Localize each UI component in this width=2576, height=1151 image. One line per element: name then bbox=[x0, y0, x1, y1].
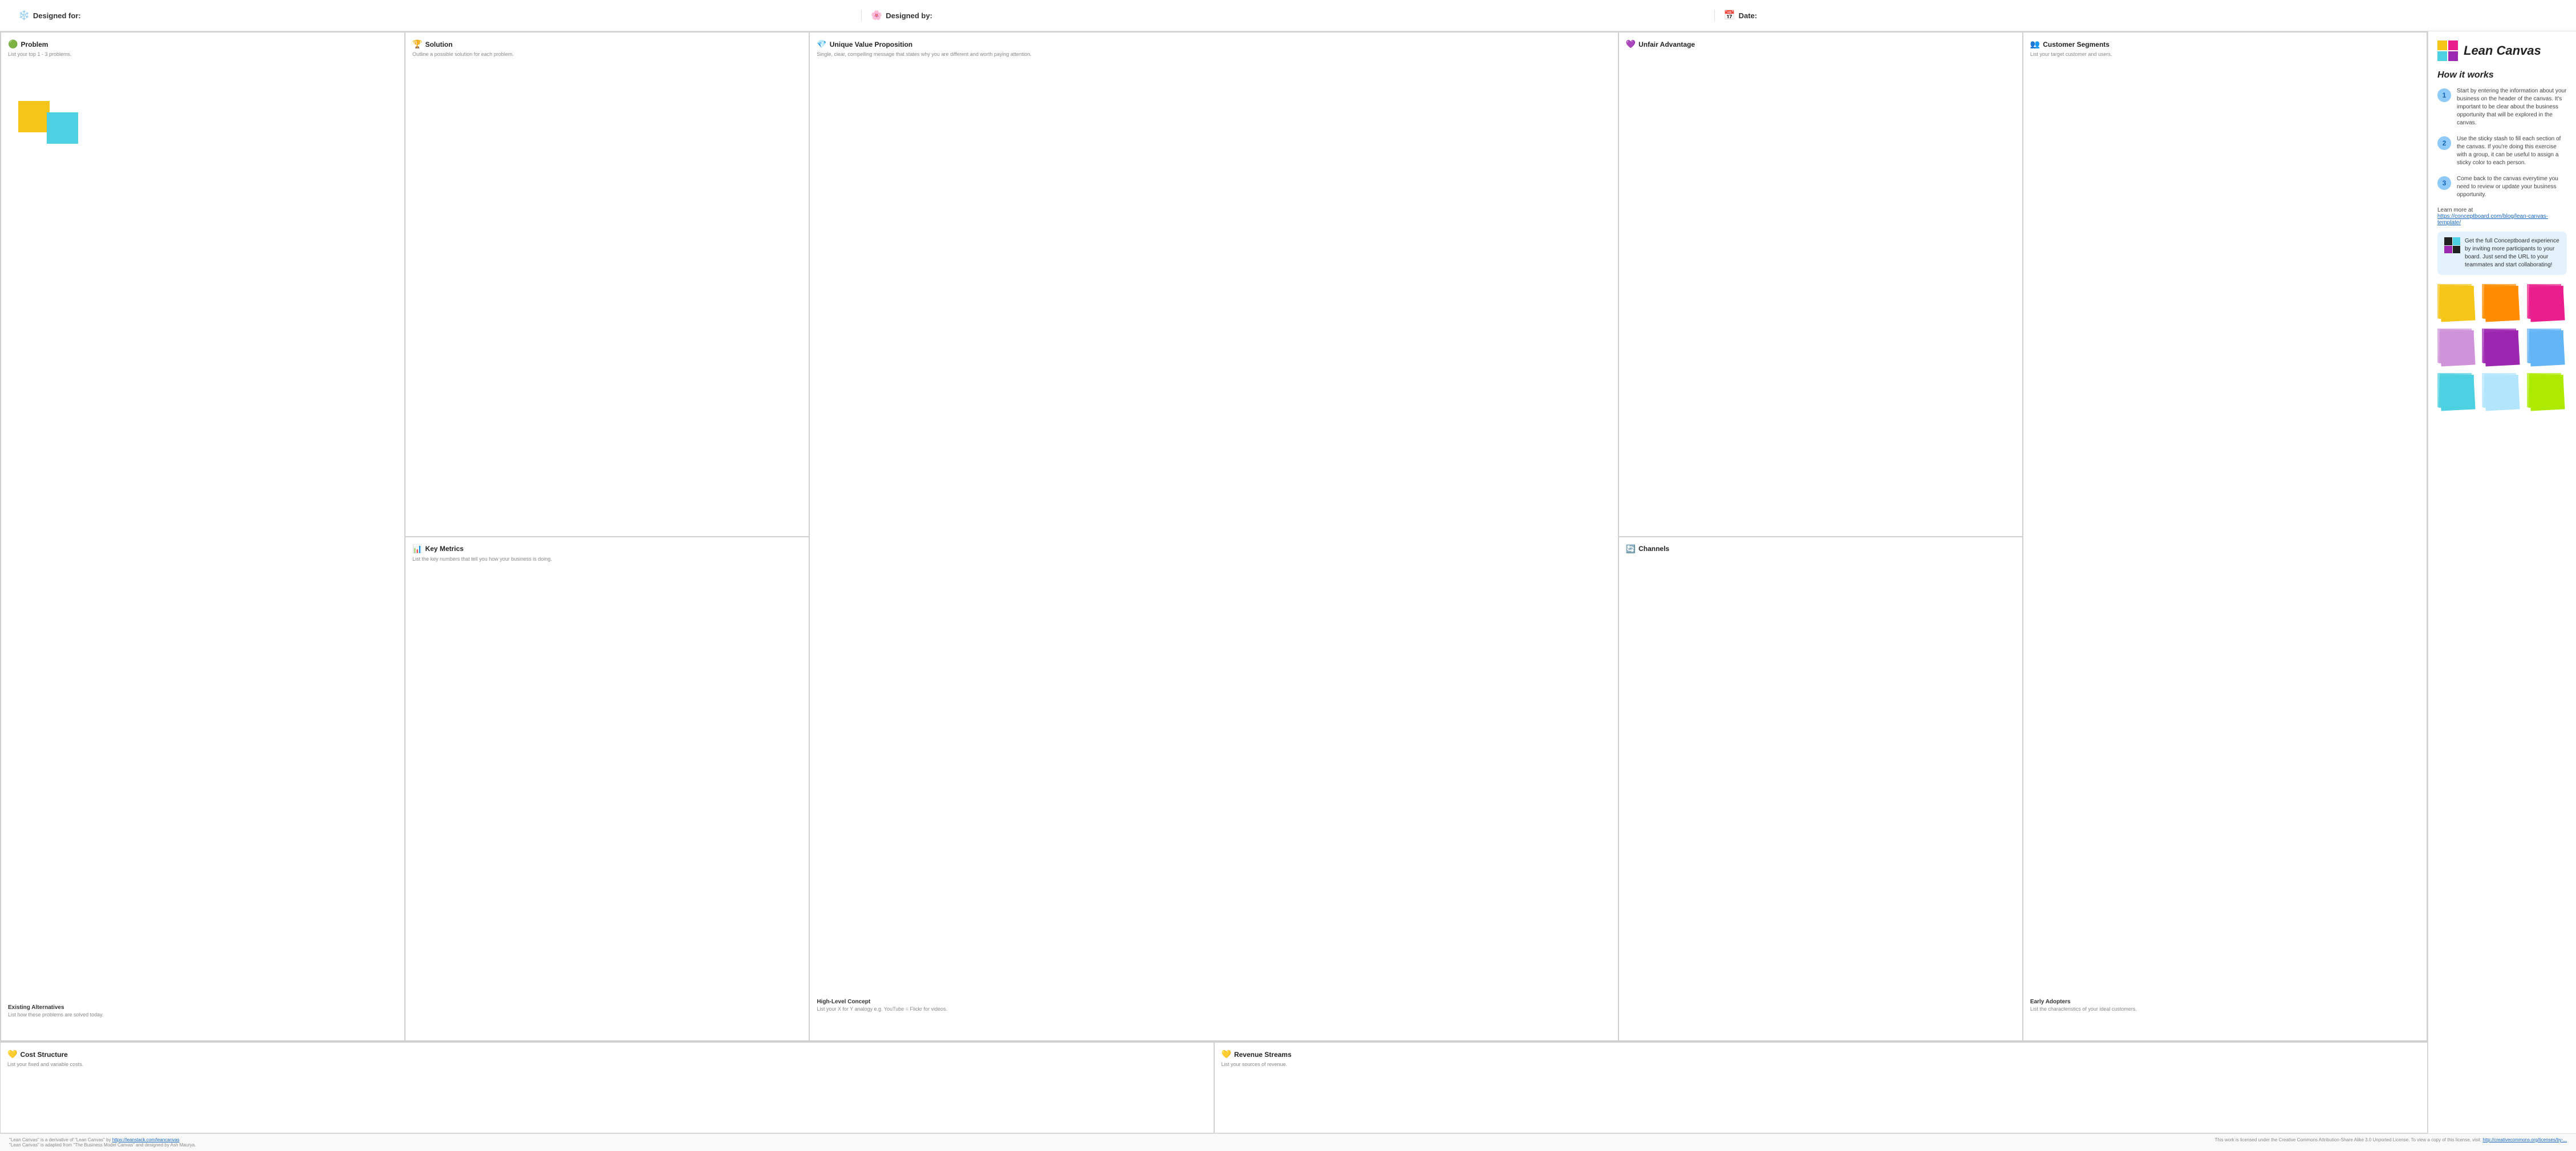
customer-segments-icon: 👥 bbox=[2030, 39, 2040, 49]
sticky-stack-orange[interactable] bbox=[2482, 284, 2522, 324]
cost-structure-title: 💛 Cost Structure bbox=[7, 1049, 1207, 1059]
learn-more: Learn more at https://conceptboard.com/b… bbox=[2437, 207, 2567, 226]
sidebar-main-title: Lean Canvas bbox=[2464, 43, 2541, 58]
footer-left-link[interactable]: https://leanstack.com/leancanvas bbox=[112, 1137, 180, 1142]
uvp-cell: 💎 Unique Value Proposition Single, clear… bbox=[809, 32, 1618, 1041]
sticky-stack-ltblue[interactable] bbox=[2482, 373, 2522, 413]
sticky-stack-lilac[interactable] bbox=[2437, 329, 2477, 368]
logo-q4 bbox=[2448, 51, 2458, 61]
existing-alternatives-label: Existing Alternatives bbox=[8, 1004, 103, 1011]
sidebar-title-row: Lean Canvas bbox=[2437, 40, 2567, 61]
sticky-stash bbox=[2437, 284, 2567, 413]
footer-right-link[interactable]: http://creativecommons.org/licenses/by-.… bbox=[2482, 1137, 2567, 1142]
early-adopters-label: Early Adopters bbox=[2030, 999, 2137, 1005]
sticky-stack-yellow[interactable] bbox=[2437, 284, 2477, 324]
cost-structure-cell: 💛 Cost Structure List your fixed and var… bbox=[0, 1042, 1214, 1133]
date-icon: 📅 bbox=[1724, 10, 1735, 21]
sticky-stack-blue[interactable] bbox=[2527, 329, 2567, 368]
solution-cell: 🏆 Solution Outline a possible solution f… bbox=[405, 32, 809, 537]
solution-title: 🏆 Solution bbox=[412, 39, 802, 49]
header: ❄️ Designed for: 🌸 Designed by: 📅 Date: bbox=[0, 0, 2576, 31]
revenue-streams-icon: 💛 bbox=[1222, 1049, 1231, 1059]
step-3-number: 3 bbox=[2437, 176, 2451, 190]
unfair-advantage-icon: 💜 bbox=[1626, 39, 1636, 49]
key-metrics-cell: 📊 Key Metrics List the key numbers that … bbox=[405, 537, 809, 1041]
how-it-works-title: How it works bbox=[2437, 70, 2567, 80]
uvp-title: 💎 Unique Value Proposition bbox=[817, 39, 1610, 49]
channels-title: 🔄 Channels bbox=[1626, 544, 2015, 554]
designed-for-label: Designed for: bbox=[33, 11, 81, 20]
promo-text: Get the full Conceptboard experience by … bbox=[2465, 237, 2560, 269]
high-level-concept-label: High-Level Concept bbox=[817, 999, 947, 1005]
problem-cell: 🟢 Problem List your top 1 - 3 problems. … bbox=[1, 32, 405, 1041]
step-3-text: Come back to the canvas everytime you ne… bbox=[2457, 175, 2567, 199]
date-section: 📅 Date: bbox=[1715, 10, 2567, 21]
solution-icon: 🏆 bbox=[412, 39, 422, 49]
footer-right: This work is licensed under the Creative… bbox=[2215, 1137, 2567, 1148]
sticky-note-cyan[interactable] bbox=[47, 112, 78, 144]
logo-q1 bbox=[2437, 40, 2447, 50]
key-metrics-title: 📊 Key Metrics bbox=[412, 544, 802, 554]
promo-box: Get the full Conceptboard experience by … bbox=[2437, 232, 2567, 275]
designed-by-icon: 🌸 bbox=[871, 10, 882, 21]
step-1-number: 1 bbox=[2437, 88, 2451, 102]
revenue-streams-title: 💛 Revenue Streams bbox=[1222, 1049, 2421, 1059]
main-layout: 🟢 Problem List your top 1 - 3 problems. … bbox=[0, 31, 2576, 1133]
customer-segments-title: 👥 Customer Segments bbox=[2030, 39, 2420, 49]
revenue-streams-subtitle: List your sources of revenue. bbox=[1222, 1061, 2421, 1068]
customer-segments-subtitle: List your target customer and users. bbox=[2030, 51, 2420, 58]
learn-more-link[interactable]: https://conceptboard.com/blog/lean-canva… bbox=[2437, 213, 2548, 226]
cost-structure-subtitle: List your fixed and variable costs. bbox=[7, 1061, 1207, 1068]
high-level-concept-subtitle: List your X for Y analogy e.g. YouTube =… bbox=[817, 1006, 947, 1012]
designed-by-section: 🌸 Designed by: bbox=[862, 10, 1714, 21]
step-2-number: 2 bbox=[2437, 136, 2451, 150]
logo-q3 bbox=[2437, 51, 2447, 61]
problem-subtitle: List your top 1 - 3 problems. bbox=[8, 51, 397, 58]
step-1: 1 Start by entering the information abou… bbox=[2437, 87, 2567, 127]
customer-segments-cell: 👥 Customer Segments List your target cus… bbox=[2023, 32, 2427, 1041]
solution-subtitle: Outline a possible solution for each pro… bbox=[412, 51, 802, 58]
step-2: 2 Use the sticky stash to fill each sect… bbox=[2437, 135, 2567, 167]
key-metrics-subtitle: List the key numbers that tell you how y… bbox=[412, 556, 802, 563]
sticky-stack-cyan[interactable] bbox=[2437, 373, 2477, 413]
problem-icon: 🟢 bbox=[8, 39, 18, 49]
designed-for-icon: ❄️ bbox=[18, 10, 30, 21]
logo-q2 bbox=[2448, 40, 2458, 50]
designed-for-section: ❄️ Designed for: bbox=[9, 10, 862, 21]
footer: "Lean Canvas" is a derivative of "Lean C… bbox=[0, 1133, 2576, 1151]
sticky-stack-purple[interactable] bbox=[2482, 329, 2522, 368]
step-3: 3 Come back to the canvas everytime you … bbox=[2437, 175, 2567, 199]
sticky-stack-pink[interactable] bbox=[2527, 284, 2567, 324]
footer-left: "Lean Canvas" is a derivative of "Lean C… bbox=[9, 1137, 196, 1148]
key-metrics-icon: 📊 bbox=[412, 544, 422, 554]
canvas-area: 🟢 Problem List your top 1 - 3 problems. … bbox=[0, 31, 2428, 1133]
uvp-icon: 💎 bbox=[817, 39, 826, 49]
early-adopters-subtitle: List the characteristics of your ideal c… bbox=[2030, 1006, 2137, 1012]
date-label: Date: bbox=[1739, 11, 1758, 20]
unfair-advantage-cell: 💜 Unfair Advantage bbox=[1618, 32, 2023, 537]
sidebar-logo bbox=[2437, 40, 2458, 61]
promo-icon bbox=[2444, 237, 2460, 253]
channels-cell: 🔄 Channels bbox=[1618, 537, 2023, 1041]
step-2-text: Use the sticky stash to fill each sectio… bbox=[2457, 135, 2567, 167]
bottom-row: 💛 Cost Structure List your fixed and var… bbox=[0, 1041, 2428, 1133]
sticky-note-yellow[interactable] bbox=[18, 101, 50, 132]
revenue-streams-cell: 💛 Revenue Streams List your sources of r… bbox=[1214, 1042, 2428, 1133]
designed-by-label: Designed by: bbox=[886, 11, 932, 20]
sidebar: Lean Canvas How it works 1 Start by ente… bbox=[2428, 31, 2576, 1133]
existing-alternatives-subtitle: List how these problems are solved today… bbox=[8, 1012, 103, 1018]
canvas-grid: 🟢 Problem List your top 1 - 3 problems. … bbox=[0, 31, 2428, 1041]
step-1-text: Start by entering the information about … bbox=[2457, 87, 2567, 127]
uvp-subtitle: Single, clear, compelling message that s… bbox=[817, 51, 1610, 58]
channels-icon: 🔄 bbox=[1626, 544, 1636, 554]
unfair-advantage-title: 💜 Unfair Advantage bbox=[1626, 39, 2015, 49]
sticky-stack-green[interactable] bbox=[2527, 373, 2567, 413]
problem-title: 🟢 Problem bbox=[8, 39, 397, 49]
cost-structure-icon: 💛 bbox=[7, 1049, 17, 1059]
